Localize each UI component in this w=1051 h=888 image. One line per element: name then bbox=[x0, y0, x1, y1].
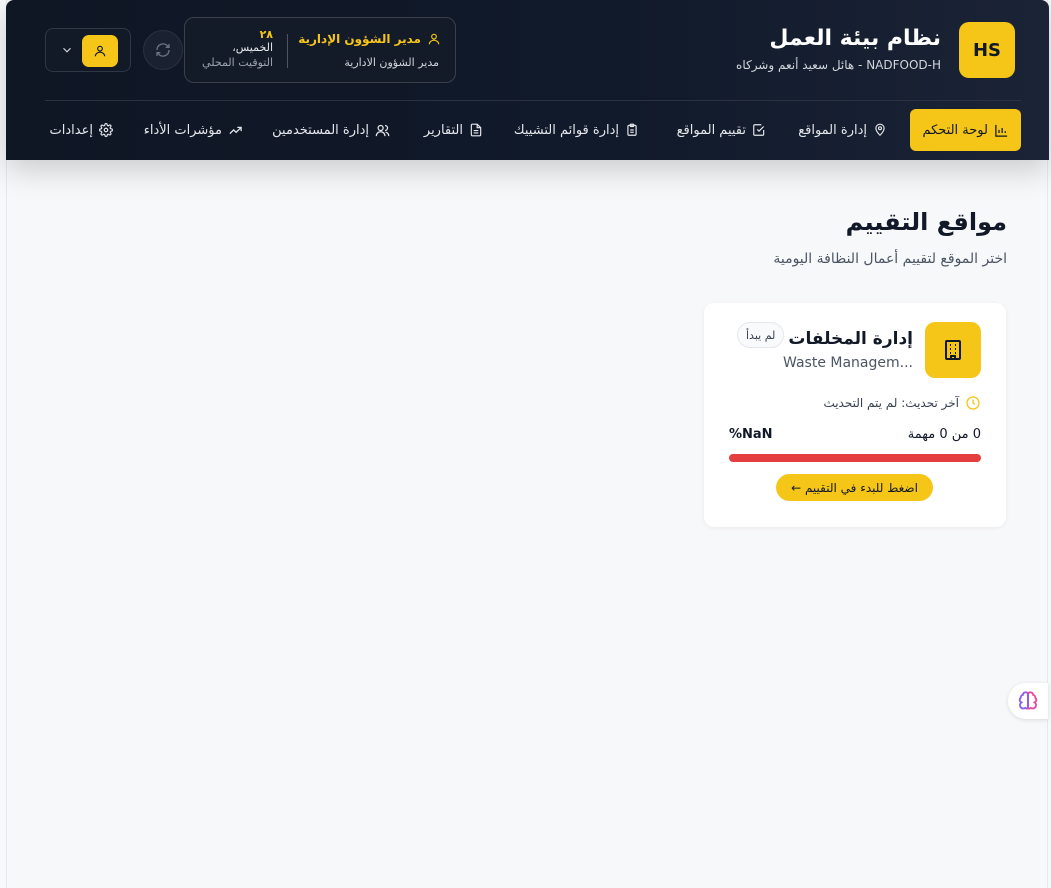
app-header: HS نظام بيئة العمل NADFOOD-H - هائل سعيد… bbox=[6, 0, 1049, 160]
file-text-icon bbox=[470, 123, 482, 137]
brain-icon bbox=[1018, 691, 1038, 710]
building-icon-tile bbox=[925, 322, 981, 378]
nav-item-label: مؤشرات الأداء bbox=[143, 122, 222, 138]
site-english-name: Waste Managem... bbox=[783, 355, 913, 371]
logo: HS bbox=[959, 22, 1015, 78]
progress-bar bbox=[729, 454, 981, 462]
user-role: مدير الشؤون الإدارية bbox=[298, 32, 441, 46]
date-block: ٢٨ الخميس، التوقيت المحلي bbox=[199, 28, 273, 69]
time-label: التوقيت المحلي bbox=[202, 56, 273, 69]
user-menu-button[interactable] bbox=[45, 28, 131, 72]
nav-item-label: إدارة قوائم التشييك bbox=[513, 122, 619, 138]
avatar bbox=[82, 35, 118, 67]
nav-item-users[interactable]: إدارة المستخدمين bbox=[272, 109, 390, 151]
refresh-button[interactable] bbox=[143, 30, 183, 70]
map-pin-icon bbox=[875, 123, 885, 137]
last-update: آخر تحديث: لم يتم التحديث bbox=[823, 395, 981, 411]
nav-item-sites[interactable]: إدارة المواقع bbox=[798, 109, 887, 151]
nav-item-label: إدارة المستخدمين bbox=[272, 122, 369, 138]
ai-assistant-button[interactable] bbox=[1008, 683, 1048, 719]
user-icon bbox=[428, 33, 440, 45]
site-name: إدارة المخلفات bbox=[788, 329, 913, 349]
refresh-icon bbox=[156, 43, 170, 57]
header-divider bbox=[45, 100, 1021, 101]
nav-item-label: لوحة التحكم bbox=[922, 122, 988, 138]
gear-icon bbox=[99, 123, 113, 137]
clock-icon bbox=[966, 396, 980, 410]
page-subtitle: اختر الموقع لتقييم أعمال النظافة اليومية bbox=[773, 251, 1007, 267]
nav-item-kpis[interactable]: مؤشرات الأداء bbox=[144, 109, 243, 151]
task-count: 0 من 0 مهمة bbox=[907, 427, 981, 442]
nav-item-reports[interactable]: التقارير bbox=[424, 109, 483, 151]
chevron-down-icon bbox=[63, 47, 71, 53]
status-badge: لم يبدأ bbox=[737, 322, 785, 348]
nav-item-checklists[interactable]: إدارة قوائم التشييك bbox=[514, 109, 639, 151]
site-card[interactable]: إدارة المخلفات Waste Managem... لم يبدأ … bbox=[704, 303, 1006, 527]
start-evaluation-button[interactable]: اضغط للبدء في التقييم ← bbox=[776, 474, 933, 501]
app-title: نظام بيئة العمل bbox=[769, 26, 941, 51]
user-info-box: مدير الشؤون الإدارية مدير الشؤون الاداري… bbox=[184, 17, 456, 83]
last-update-text: آخر تحديث: لم يتم التحديث bbox=[823, 396, 959, 410]
user-icon bbox=[94, 45, 106, 57]
nav-item-settings[interactable]: إعدادات bbox=[50, 109, 113, 151]
company-name: NADFOOD-H - هائل سعيد أنعم وشركاه bbox=[736, 58, 941, 72]
bar-chart-icon bbox=[995, 124, 1008, 137]
divider bbox=[287, 34, 288, 68]
clipboard-icon bbox=[627, 123, 637, 136]
nav-item-label: تقييم المواقع bbox=[676, 122, 746, 138]
users-icon bbox=[375, 124, 390, 136]
page-title: مواقع التقييم bbox=[845, 208, 1007, 236]
nav-item-evaluate[interactable]: تقييم المواقع bbox=[677, 109, 766, 151]
check-square-icon bbox=[753, 124, 765, 136]
nav-item-label: إعدادات bbox=[49, 122, 93, 138]
building-icon bbox=[945, 340, 961, 360]
nav-item-label: التقارير bbox=[423, 122, 463, 138]
user-role-subtitle: مدير الشؤون الادارية bbox=[344, 56, 439, 69]
main-nav: لوحة التحكم إدارة المواقع تقييم المواقع … bbox=[45, 109, 1021, 151]
day-name: الخميس، bbox=[232, 41, 273, 54]
progress-percent: %NaN bbox=[729, 427, 773, 442]
user-role-title: مدير الشؤون الإدارية bbox=[298, 32, 421, 46]
nav-item-label: إدارة المواقع bbox=[798, 122, 867, 138]
trending-up-icon bbox=[229, 126, 242, 134]
nav-item-dashboard[interactable]: لوحة التحكم bbox=[910, 109, 1021, 151]
day-number: ٢٨ bbox=[259, 28, 273, 41]
